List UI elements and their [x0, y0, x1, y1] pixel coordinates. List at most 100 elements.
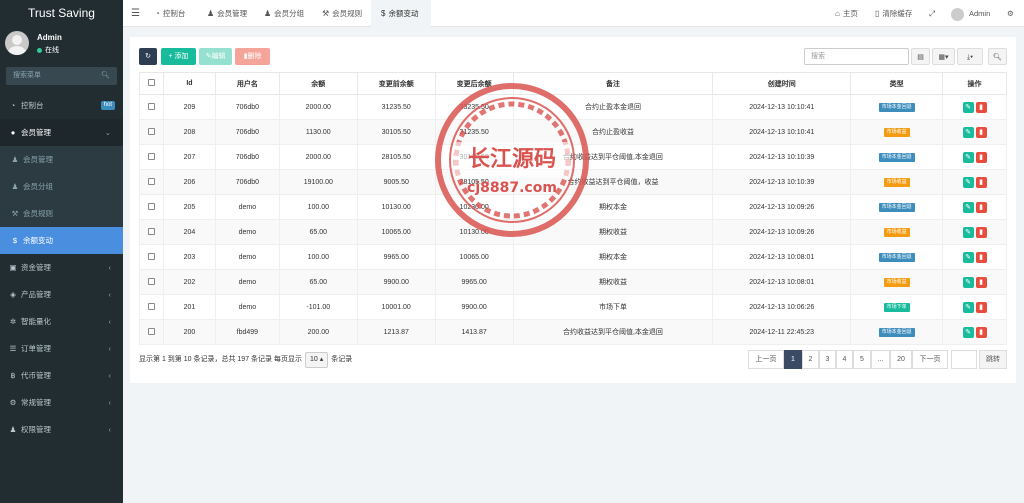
sidebar-item-general[interactable]: ⚙ 常规管理 ‹	[0, 389, 123, 416]
page-5-button[interactable]: 5	[853, 350, 871, 369]
col-before[interactable]: 变更前余额	[356, 72, 436, 95]
sidebar-item-orders[interactable]: ☰ 订单管理 ‹	[0, 335, 123, 362]
delete-row-button[interactable]: ▮	[975, 151, 987, 163]
settings-icon[interactable]: ⚙	[1007, 0, 1014, 27]
page-4-button[interactable]: 4	[836, 350, 853, 369]
col-username[interactable]: 用户名	[214, 72, 280, 95]
export-button[interactable]: ⤓▾	[957, 48, 983, 65]
checkbox[interactable]	[147, 177, 155, 185]
table-search-input[interactable]: 搜索	[804, 48, 909, 65]
table-row[interactable]: 201 demo -101.00 10001.00 9900.00 市场下单 2024-12…	[139, 294, 1007, 320]
tab-dashboard[interactable]: ◔ 控制台	[155, 0, 185, 27]
cell-actions[interactable]: ✎ ▮	[942, 294, 1007, 320]
tab-member-manage[interactable]: ♟ 会员管理	[207, 0, 247, 27]
cell-actions[interactable]: ✎ ▮	[942, 119, 1007, 145]
next-page-button[interactable]: 下一页	[912, 350, 948, 369]
table-row[interactable]: 205 demo 100.00 10130.00 10230.00 期权本金 2024-12…	[139, 194, 1007, 220]
delete-row-button[interactable]: ▮	[975, 326, 987, 338]
delete-row-button[interactable]: ▮	[975, 226, 987, 238]
cell-actions[interactable]: ✎ ▮	[942, 194, 1007, 220]
table-row[interactable]: 207 706db0 2000.00 28105.50 30105.50 合约收益达到平仓…	[139, 144, 1007, 170]
row-checkbox[interactable]	[139, 319, 164, 345]
cell-actions[interactable]: ✎ ▮	[942, 144, 1007, 170]
col-time[interactable]: 创建时间	[712, 72, 852, 95]
select-all-checkbox[interactable]	[139, 72, 164, 95]
edit-row-button[interactable]: ✎	[962, 201, 974, 213]
cell-actions[interactable]: ✎ ▮	[942, 269, 1007, 295]
tab-member-group[interactable]: ♟ 会员分组	[264, 0, 304, 27]
delete-row-button[interactable]: ▮	[975, 301, 987, 313]
page-2-button[interactable]: 2	[802, 350, 819, 369]
delete-button[interactable]: ▮删除	[235, 48, 270, 65]
row-checkbox[interactable]	[139, 169, 164, 195]
table-row[interactable]: 200 fbd499 200.00 1213.87 1413.87 合约收益达到平仓阈值,…	[139, 319, 1007, 345]
row-checkbox[interactable]	[139, 144, 164, 170]
add-button[interactable]: + 添加	[161, 48, 196, 65]
table-row[interactable]: 209 706db0 2000.00 31235.50 33235.50 合约止盈本金退回…	[139, 94, 1007, 120]
sidebar-item-permissions[interactable]: ♟ 权限管理 ‹	[0, 416, 123, 443]
sidebar-item-funds[interactable]: ▣ 资金管理 ‹	[0, 254, 123, 281]
row-checkbox[interactable]	[139, 119, 164, 145]
fullscreen-icon[interactable]: ⤢	[929, 0, 935, 27]
edit-row-button[interactable]: ✎	[962, 101, 974, 113]
delete-row-button[interactable]: ▮	[975, 251, 987, 263]
table-row[interactable]: 202 demo 65.00 9900.00 9965.00 期权收益 2024-12-13…	[139, 269, 1007, 295]
delete-row-button[interactable]: ▮	[975, 176, 987, 188]
checkbox[interactable]	[147, 227, 155, 235]
delete-row-button[interactable]: ▮	[975, 276, 987, 288]
cell-actions[interactable]: ✎ ▮	[942, 94, 1007, 120]
cell-actions[interactable]: ✎ ▮	[942, 244, 1007, 270]
table-row[interactable]: 203 demo 100.00 9965.00 10065.00 期权本金 2024-12-…	[139, 244, 1007, 270]
sidebar-item-quant[interactable]: ✲ 智能量化 ‹	[0, 308, 123, 335]
delete-row-button[interactable]: ▮	[975, 101, 987, 113]
edit-row-button[interactable]: ✎	[962, 276, 974, 288]
edit-row-button[interactable]: ✎	[962, 326, 974, 338]
advanced-search-button[interactable]: 🔍︎	[988, 48, 1007, 65]
checkbox[interactable]	[147, 277, 155, 285]
row-checkbox[interactable]	[139, 244, 164, 270]
edit-row-button[interactable]: ✎	[962, 126, 974, 138]
delete-row-button[interactable]: ▮	[975, 126, 987, 138]
checkbox[interactable]	[147, 327, 155, 335]
checkbox[interactable]	[147, 302, 155, 310]
page-1-button[interactable]: 1	[784, 350, 802, 369]
table-row[interactable]: 208 706db0 1130.00 30105.50 31235.50 合约止盈收益 20…	[139, 119, 1007, 145]
col-type[interactable]: 类型	[850, 72, 944, 95]
page-size-select[interactable]: 10 ▴	[304, 352, 329, 368]
checkbox[interactable]	[147, 127, 155, 135]
user-menu[interactable]: Admin	[951, 0, 990, 27]
edit-row-button[interactable]: ✎	[962, 176, 974, 188]
col-id[interactable]: Id	[162, 72, 216, 95]
edit-row-button[interactable]: ✎	[962, 226, 974, 238]
col-note[interactable]: 备注	[512, 72, 714, 95]
row-checkbox[interactable]	[139, 219, 164, 245]
refresh-button[interactable]: ↻	[139, 48, 157, 65]
col-after[interactable]: 变更后余额	[434, 72, 514, 95]
edit-button[interactable]: ✎编辑	[199, 48, 232, 65]
edit-row-button[interactable]: ✎	[962, 301, 974, 313]
jump-button[interactable]: 跳转	[979, 350, 1007, 369]
toggle-view-button[interactable]: ▤	[911, 48, 930, 65]
page-3-button[interactable]: 3	[819, 350, 836, 369]
sidebar-item-dashboard[interactable]: ◔ 控制台 hot	[0, 92, 123, 119]
page-20-button[interactable]: 20	[890, 350, 912, 369]
cell-actions[interactable]: ✎ ▮	[942, 219, 1007, 245]
checkbox[interactable]	[147, 252, 155, 260]
table-row[interactable]: 206 706db0 19100.00 9005.50 28105.50 合约收益达到平仓…	[139, 169, 1007, 195]
sidebar-item-member-rule[interactable]: ⚒ 会员规则	[0, 200, 123, 227]
col-amount[interactable]: 余额	[278, 72, 358, 95]
cell-actions[interactable]: ✎ ▮	[942, 169, 1007, 195]
sidebar-item-products[interactable]: ◈ 产品管理 ‹	[0, 281, 123, 308]
row-checkbox[interactable]	[139, 269, 164, 295]
table-row[interactable]: 204 demo 65.00 10065.00 10130.00 期权收益 2024-12-…	[139, 219, 1007, 245]
row-checkbox[interactable]	[139, 94, 164, 120]
edit-row-button[interactable]: ✎	[962, 251, 974, 263]
edit-row-button[interactable]: ✎	[962, 151, 974, 163]
row-checkbox[interactable]	[139, 294, 164, 320]
tab-member-rule[interactable]: ⚒ 会员规则	[322, 0, 362, 27]
prev-page-button[interactable]: 上一页	[748, 350, 784, 369]
sidebar-item-tokens[interactable]: ฿ 代币管理 ‹	[0, 362, 123, 389]
checkbox[interactable]	[147, 202, 155, 210]
sidebar-item-member-manage[interactable]: ♟ 会员管理	[0, 146, 123, 173]
sidebar-item-balance-change[interactable]: $ 余额变动	[0, 227, 123, 254]
